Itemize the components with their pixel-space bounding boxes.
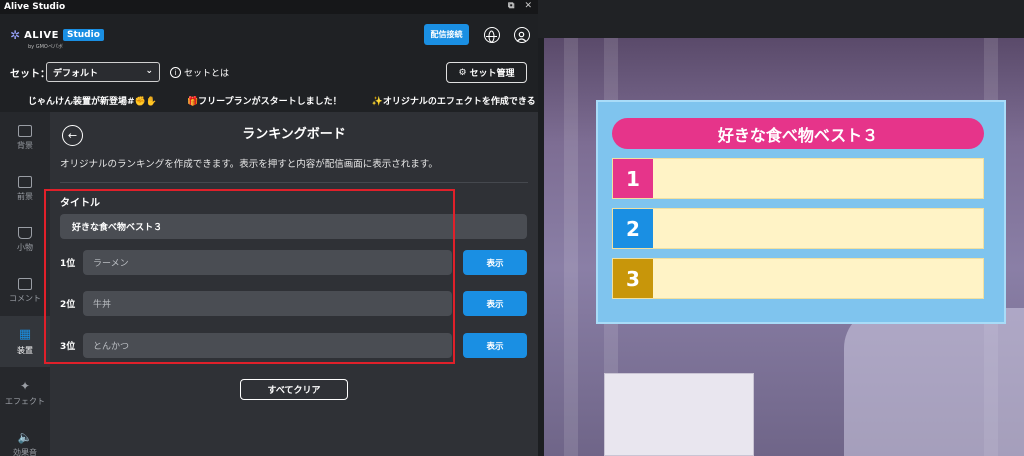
add-image-icon — [18, 175, 32, 188]
window-controls: ⧉ ✕ — [508, 1, 532, 11]
board-row-3: 3 — [612, 258, 984, 299]
show-rank-1-button[interactable]: 表示 — [463, 250, 527, 275]
rank-1-input[interactable]: ラーメン — [83, 250, 452, 275]
ticker-item[interactable]: じゃんけん装置が新登場#✊✋ — [28, 94, 157, 107]
decor-stripe — [564, 38, 578, 456]
sidebar-item-device[interactable]: ▦ 装置 — [0, 316, 50, 367]
app-logo: ✲ ALIVE Studio — [10, 28, 104, 42]
section-title: タイトル — [60, 198, 100, 209]
account-icon[interactable] — [514, 27, 530, 43]
speaker-icon: 🔈 — [17, 429, 33, 444]
set-select[interactable]: デフォルト ⌄ — [46, 62, 160, 82]
clear-all-button[interactable]: すべてクリア — [240, 379, 348, 400]
board-row-1: 1 — [612, 158, 984, 199]
main-content: ← ランキングボード オリジナルのランキングを作成できます。表示を押すと内容が配… — [50, 112, 538, 456]
sidebar-item-label: 小物 — [17, 242, 33, 252]
set-manage-label: セット管理 — [469, 69, 515, 79]
globe-icon[interactable] — [484, 27, 500, 43]
divider — [60, 182, 528, 183]
logo-badge: Studio — [62, 29, 104, 41]
rank-2-input[interactable]: 牛丼 — [83, 291, 452, 316]
widgets-icon: ▦ — [18, 327, 32, 342]
sidebar-item-background[interactable]: 背景 — [0, 112, 50, 163]
set-help-link[interactable]: i セットとは — [170, 66, 229, 79]
decor-curtain — [844, 308, 1024, 456]
restore-icon[interactable]: ⧉ — [508, 1, 514, 11]
info-icon: i — [170, 67, 181, 78]
rank-label: 3位 — [60, 342, 76, 352]
window-title: Alive Studio — [4, 2, 66, 12]
rank-label: 1位 — [60, 259, 76, 269]
stream-preview: 好きな食べ物ベスト３ 1 2 3 — [544, 38, 1024, 456]
sidebar-item-label: エフェクト — [5, 396, 45, 406]
logo-subtitle: by GMOペパボ — [28, 44, 63, 50]
preview-topbar — [538, 0, 1024, 38]
ranking-board: 好きな食べ物ベスト３ 1 2 3 — [596, 100, 1006, 324]
ticker-item[interactable]: ✨オリジナルのエフェクトを作成できる — [372, 94, 536, 107]
set-help-text: セットとは — [184, 69, 230, 79]
show-rank-3-button[interactable]: 表示 — [463, 333, 527, 358]
sidebar-item-label: コメント — [9, 293, 41, 303]
image-icon — [18, 124, 32, 137]
set-label: セット： — [10, 68, 50, 80]
rank-row-2: 2位 牛丼 表示 — [60, 291, 528, 317]
page-description: オリジナルのランキングを作成できます。表示を押すと内容が配信画面に表示されます。 — [60, 159, 438, 170]
board-number-3: 3 — [613, 259, 653, 298]
app-root: Alive Studio ⧉ ✕ ✲ ALIVE Studio by GMOペパ… — [0, 0, 1024, 456]
rank-label: 2位 — [60, 300, 76, 310]
set-select-value: デフォルト — [53, 68, 99, 79]
sidebar-item-label: 効果音 — [13, 447, 37, 456]
app-header: ✲ ALIVE Studio by GMOペパボ 配信接続 — [0, 14, 538, 56]
sidebar-item-sound[interactable]: 🔈 効果音 — [0, 418, 50, 456]
set-bar: セット： デフォルト ⌄ i セットとは ⚙ セット管理 — [0, 56, 538, 88]
sidebar-item-label: 前景 — [17, 191, 33, 201]
comment-icon — [18, 277, 32, 290]
page-title: ランキングボード — [242, 127, 346, 142]
news-ticker: じゃんけん装置が新登場#✊✋ 🎁フリープランがスタートしました！ ✨オリジナルの… — [0, 88, 538, 112]
board-row-2: 2 — [612, 208, 984, 249]
show-rank-2-button[interactable]: 表示 — [463, 291, 527, 316]
gear-icon: ⚙ — [458, 67, 467, 78]
sidebar-item-comment[interactable]: コメント — [0, 265, 50, 316]
set-manage-button[interactable]: ⚙ セット管理 — [446, 62, 527, 83]
board-number-1: 1 — [613, 159, 653, 198]
party-popper-icon: ✦ — [19, 378, 31, 393]
sidebar-item-effect[interactable]: ✦ エフェクト — [0, 367, 50, 418]
rank-3-input[interactable]: とんかつ — [83, 333, 452, 358]
board-title: 好きな食べ物ベスト３ — [612, 118, 984, 149]
sidebar-item-label: 装置 — [17, 346, 33, 355]
sidebar-item-foreground[interactable]: 前景 — [0, 163, 50, 214]
sidebar: 背景 前景 小物 コメント ▦ 装置 ✦ エフェクト 🔈 効果音 — [0, 112, 50, 456]
rank-row-3: 3位 とんかつ 表示 — [60, 333, 528, 359]
logo-text: ALIVE — [24, 29, 59, 41]
logo-star-icon: ✲ — [10, 28, 21, 42]
chevron-down-icon: ⌄ — [145, 66, 153, 76]
ranking-title-input[interactable]: 好きな食べ物ベスト３ — [60, 214, 527, 239]
rank-row-1: 1位 ラーメン 表示 — [60, 250, 528, 276]
cup-icon — [18, 226, 32, 239]
decor-dresser — [604, 373, 754, 456]
ticker-item[interactable]: 🎁フリープランがスタートしました！ — [187, 94, 342, 107]
close-icon[interactable]: ✕ — [524, 1, 532, 11]
stream-connect-button[interactable]: 配信接続 — [424, 24, 469, 45]
sidebar-item-label: 背景 — [17, 140, 33, 150]
board-number-2: 2 — [613, 209, 653, 248]
sidebar-item-props[interactable]: 小物 — [0, 214, 50, 265]
window-titlebar: Alive Studio ⧉ ✕ — [0, 0, 538, 14]
